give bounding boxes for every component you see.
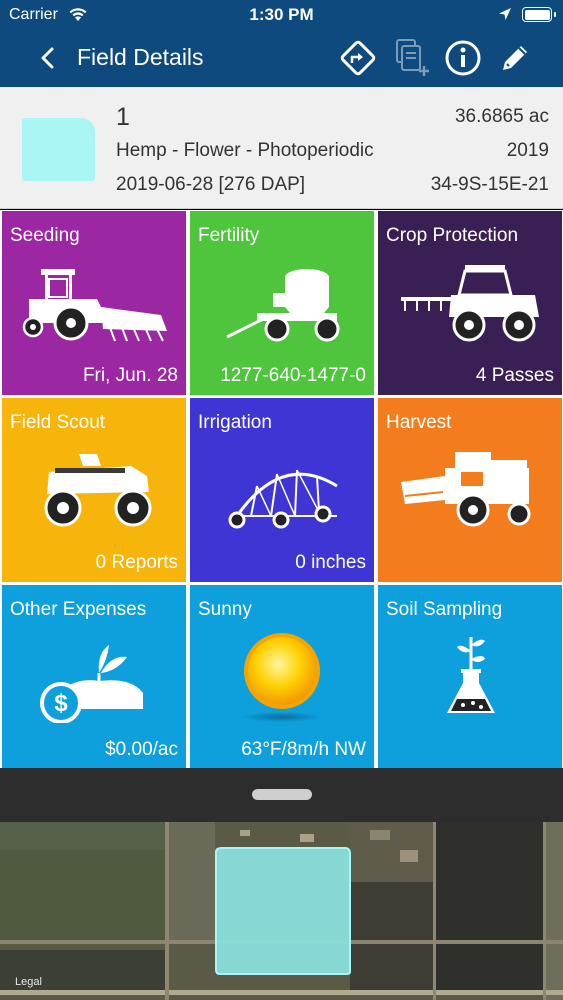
tile-title: Crop Protection bbox=[386, 225, 519, 246]
field-name: 1 bbox=[116, 103, 130, 131]
field-shape-thumbnail bbox=[22, 118, 95, 181]
tile-title: Seeding bbox=[10, 225, 80, 246]
directions-button[interactable] bbox=[338, 38, 378, 78]
tile-subtitle: 1277-640-1477-0 bbox=[220, 365, 366, 386]
field-info-panel: 1 Hemp - Flower - Photoperiodic 2019-06-… bbox=[0, 87, 563, 209]
edit-button[interactable] bbox=[495, 38, 535, 78]
battery-icon bbox=[522, 7, 556, 22]
app-header: Carrier 1:30 PM Field Details bbox=[0, 0, 563, 87]
tile-irrigation[interactable]: Irrigation 0 inches bbox=[190, 398, 374, 582]
tile-title: Fertility bbox=[198, 225, 260, 246]
location-arrow-icon bbox=[498, 7, 512, 26]
flask-sprout-icon bbox=[447, 637, 495, 713]
tile-subtitle: 4 Passes bbox=[475, 365, 554, 386]
tile-title: Sunny bbox=[198, 599, 252, 620]
tile-field-scout[interactable]: Field Scout 0 Reports bbox=[2, 398, 186, 582]
tile-crop-protection[interactable]: Crop Protection 4 Passes bbox=[378, 211, 562, 395]
field-planting-date: 2019-06-28 [276 DAP] bbox=[116, 174, 306, 195]
tile-title: Field Scout bbox=[10, 412, 106, 433]
activity-grid: Seeding Fri, Jun. 28 Fertility 1277-640-… bbox=[0, 210, 563, 769]
tile-title: Harvest bbox=[386, 412, 452, 433]
back-button[interactable] bbox=[36, 43, 60, 73]
tile-fertility[interactable]: Fertility 1277-640-1477-0 bbox=[190, 211, 374, 395]
tile-other-expenses[interactable]: Other Expenses $ $0.00/ac bbox=[2, 585, 186, 769]
tile-subtitle: 0 Reports bbox=[95, 552, 178, 573]
field-area: 36.6865 ac bbox=[454, 106, 549, 127]
info-button[interactable] bbox=[443, 38, 483, 78]
map-imagery bbox=[0, 822, 563, 1000]
status-time: 1:30 PM bbox=[249, 5, 314, 24]
fertilizer-cart-icon bbox=[226, 269, 340, 342]
map-drawer-bar[interactable] bbox=[0, 768, 563, 822]
satellite-map[interactable]: Legal bbox=[0, 822, 563, 1000]
field-crop: Hemp - Flower - Photoperiodic bbox=[116, 140, 374, 161]
page-title: Field Details bbox=[77, 44, 204, 70]
tile-weather[interactable]: Sunny 63°F/8m/h NW bbox=[190, 585, 374, 769]
tile-subtitle: 63°F/8m/h NW bbox=[241, 739, 366, 760]
tile-harvest[interactable]: Harvest bbox=[378, 398, 562, 582]
tile-subtitle: $0.00/ac bbox=[105, 739, 178, 760]
tile-title: Soil Sampling bbox=[386, 599, 503, 620]
drawer-handle[interactable] bbox=[252, 789, 312, 800]
map-legal-link[interactable]: Legal bbox=[15, 976, 42, 988]
pivot-irrigation-icon bbox=[228, 469, 338, 529]
add-document-button[interactable] bbox=[392, 38, 432, 78]
tile-soil-sampling[interactable]: Soil Sampling bbox=[378, 585, 562, 769]
dollar-plant-icon: $ bbox=[40, 645, 143, 723]
tile-seeding[interactable]: Seeding Fri, Jun. 28 bbox=[2, 211, 186, 395]
svg-text:$: $ bbox=[54, 690, 68, 717]
field-location: 34-9S-15E-21 bbox=[430, 174, 549, 195]
tile-subtitle: 0 inches bbox=[295, 552, 366, 573]
tile-title: Other Expenses bbox=[10, 599, 147, 620]
status-bar: Carrier 1:30 PM bbox=[0, 0, 563, 30]
atv-icon bbox=[44, 454, 152, 527]
field-year: 2019 bbox=[506, 140, 549, 161]
tractor-seeder-icon bbox=[22, 269, 167, 342]
tile-title: Irrigation bbox=[198, 412, 272, 433]
combine-harvester-icon bbox=[401, 452, 531, 527]
sun-icon bbox=[242, 633, 322, 722]
sprayer-tractor-icon bbox=[401, 265, 539, 342]
tile-subtitle: Fri, Jun. 28 bbox=[82, 365, 178, 386]
